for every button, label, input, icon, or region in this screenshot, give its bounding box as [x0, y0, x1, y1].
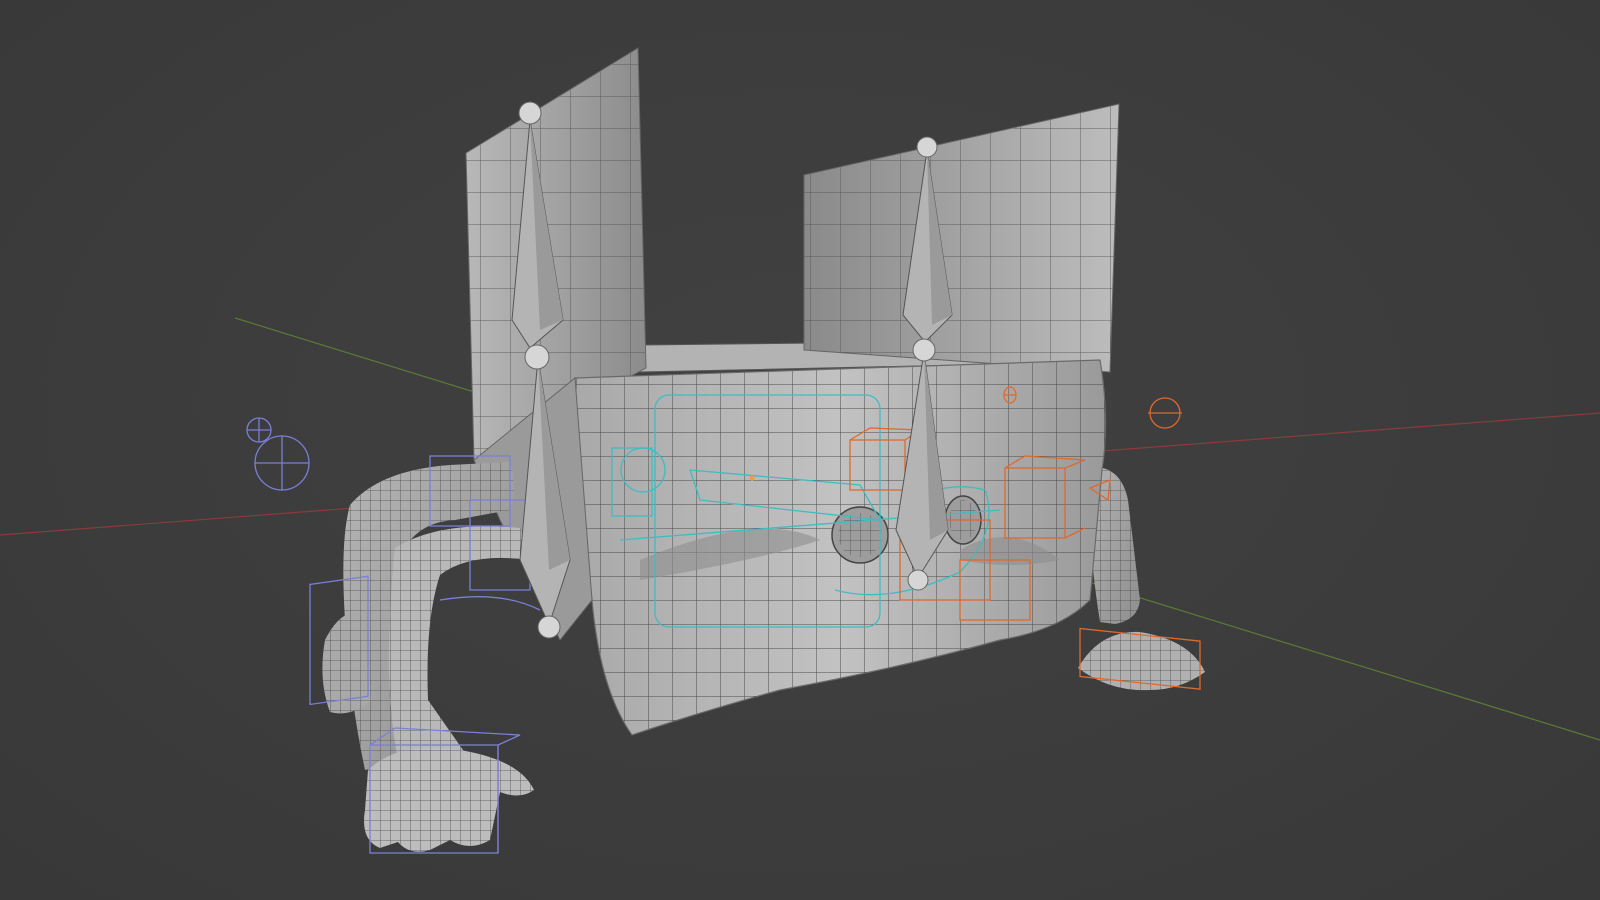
3d-viewport[interactable]: [0, 0, 1600, 900]
box-flap-right[interactable]: [803, 103, 1120, 373]
left-arm-mesh[interactable]: [343, 462, 530, 770]
object-origin-dot: [749, 475, 755, 481]
scene-canvas[interactable]: [0, 0, 1600, 900]
right-paw-mesh[interactable]: [1078, 631, 1205, 691]
